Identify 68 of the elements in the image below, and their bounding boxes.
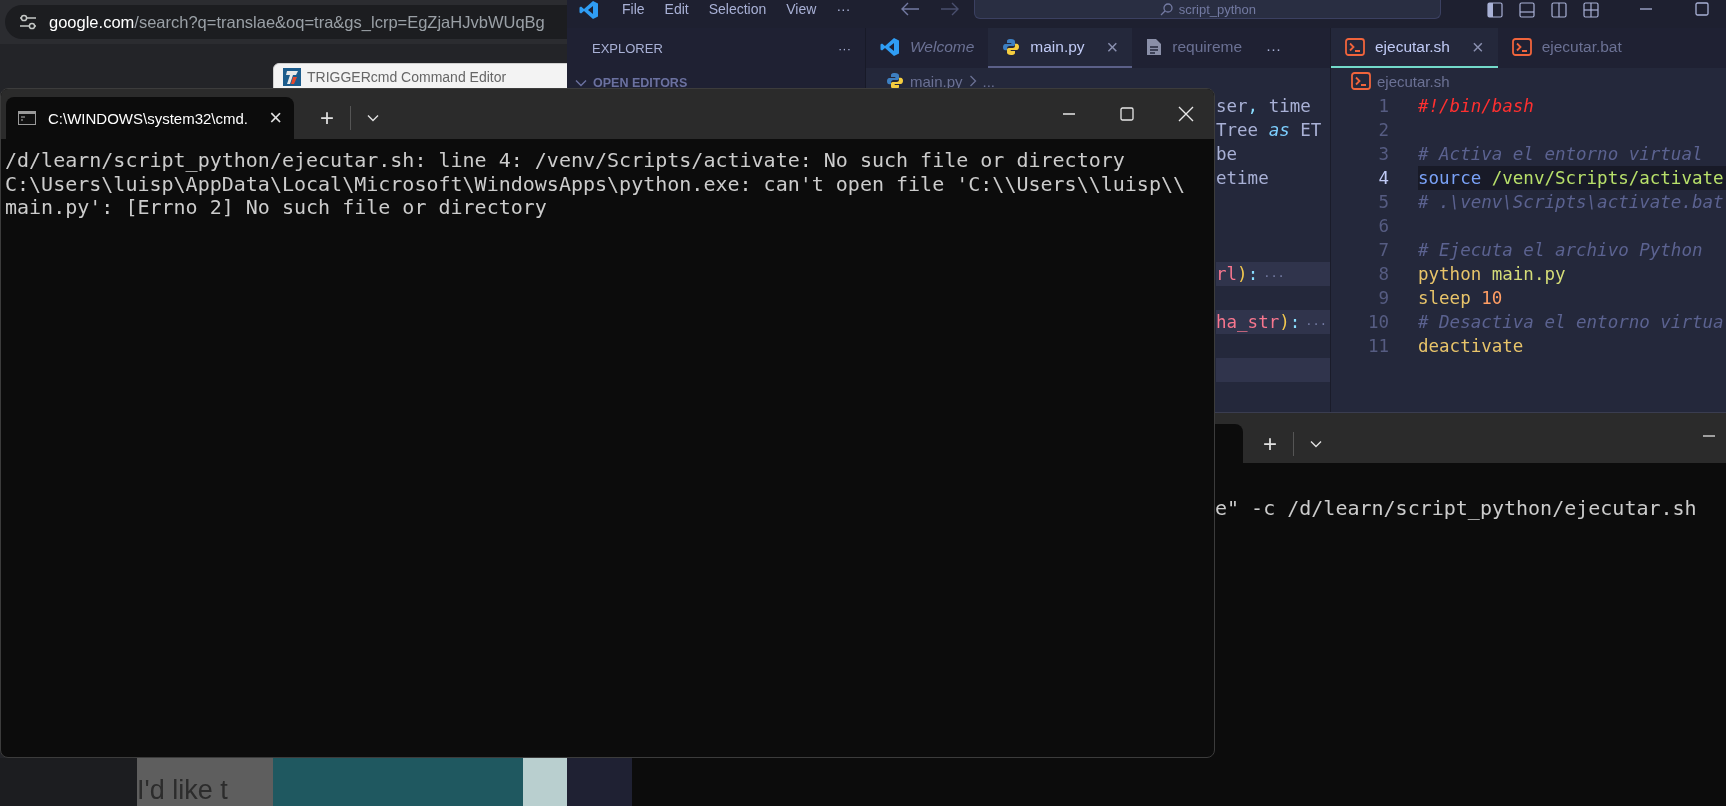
- editor-tab[interactable]: ejecutar.sh ×: [1331, 28, 1498, 68]
- split-layout-icon[interactable]: [1551, 2, 1568, 18]
- python-logo-icon: [1002, 38, 1021, 56]
- panel-layout-icon[interactable]: [1519, 2, 1536, 18]
- line-number: 10: [1366, 312, 1389, 332]
- tune-icon[interactable]: [19, 14, 37, 30]
- code-line: be: [1216, 143, 1239, 166]
- menu-item[interactable]: Edit: [664, 0, 689, 18]
- sidebar-layout-icon[interactable]: [1487, 2, 1504, 18]
- line-number: 6: [1377, 216, 1389, 236]
- close-tab-button[interactable]: ×: [1106, 35, 1119, 59]
- line-number: 3: [1377, 144, 1389, 164]
- menu-item[interactable]: View: [786, 0, 817, 18]
- code-line: Tree as ET: [1216, 119, 1323, 142]
- search-icon: [1159, 2, 1173, 16]
- app-logo-icon: [283, 67, 301, 86]
- dropdown-icon[interactable]: [1310, 439, 1322, 448]
- terminal-output: e" -c /d/learn/script_python/ejecutar.sh: [1214, 495, 1698, 520]
- sidebar-title: EXPLORER: [592, 40, 663, 56]
- code-line: ser, time: [1216, 95, 1312, 118]
- line-number: 2: [1377, 120, 1389, 140]
- line-number: 11: [1366, 336, 1389, 356]
- terminal-tab[interactable]: C:\WINDOWS\system32\cmd. ×: [6, 97, 294, 139]
- code-line: # Ejecuta el archivo Python: [1418, 239, 1704, 262]
- grid-layout-icon[interactable]: [1583, 2, 1600, 18]
- terminal-icon: [1351, 72, 1371, 90]
- line-number: 9: [1377, 288, 1389, 308]
- new-tab-button[interactable]: +: [320, 104, 334, 132]
- line-number: 1: [1377, 96, 1389, 116]
- back-arrow-icon[interactable]: [900, 2, 921, 16]
- chevron-right-icon: [968, 75, 977, 87]
- python-logo-icon: [886, 72, 904, 90]
- line-number: 8: [1377, 264, 1389, 284]
- new-tab-button[interactable]: +: [1263, 429, 1277, 458]
- code-editor-logo-icon: [579, 0, 599, 20]
- more-tabs-button[interactable]: ···: [1256, 39, 1292, 57]
- code-line: etime: [1216, 167, 1270, 190]
- line-number: 4: [1377, 168, 1389, 188]
- maximize-icon[interactable]: [1695, 2, 1710, 16]
- document-icon: [1146, 38, 1163, 56]
- code-line: # Activa el entorno virtual: [1418, 143, 1704, 166]
- menu-item[interactable]: ···: [836, 0, 851, 18]
- console-icon: [18, 111, 36, 125]
- code-line: #!/bin/bash: [1418, 95, 1535, 118]
- code-line: # Desactiva el entorno virtua: [1418, 311, 1725, 334]
- code-line: sleep 10: [1418, 287, 1504, 310]
- console-output-line: /d/learn/script_python/ejecutar.sh: line 4: /venv/Scripts/activate: No such file or directory: [5, 149, 1126, 173]
- menu-item[interactable]: Selection: [708, 0, 767, 18]
- terminal-icon: [1511, 38, 1532, 56]
- console-output-line: main.py': [Errno 2] No such file or directory: [5, 196, 548, 220]
- close-tab-button[interactable]: ×: [269, 105, 282, 131]
- close-icon[interactable]: [1178, 106, 1194, 122]
- side-panel: [523, 758, 567, 806]
- code-editor-logo-icon: [880, 37, 900, 57]
- console-output-line: C:\Users\luisp\AppData\Local\Microsoft\WindowsApps\python.exe: can't open file 'C:\\Users\\luisp\\: [5, 172, 1187, 196]
- line-number: 5: [1377, 192, 1389, 212]
- editor-tab[interactable]: main.py ×: [988, 28, 1133, 68]
- more-actions-button[interactable]: ···: [838, 40, 851, 56]
- dropdown-icon[interactable]: [367, 114, 379, 122]
- close-tab-button[interactable]: ×: [1471, 35, 1484, 59]
- window-title: TRIGGERcmd Command Editor: [307, 68, 507, 85]
- menu-item[interactable]: File: [622, 0, 645, 18]
- code-line: python main.py: [1418, 263, 1567, 286]
- chevron-down-icon[interactable]: [575, 79, 587, 87]
- terminal-icon: [1345, 38, 1365, 56]
- code-line: # .\venv\Scripts\activate.bat: [1418, 191, 1725, 214]
- code-line: deactivate: [1418, 335, 1525, 358]
- line-number: 7: [1377, 240, 1389, 260]
